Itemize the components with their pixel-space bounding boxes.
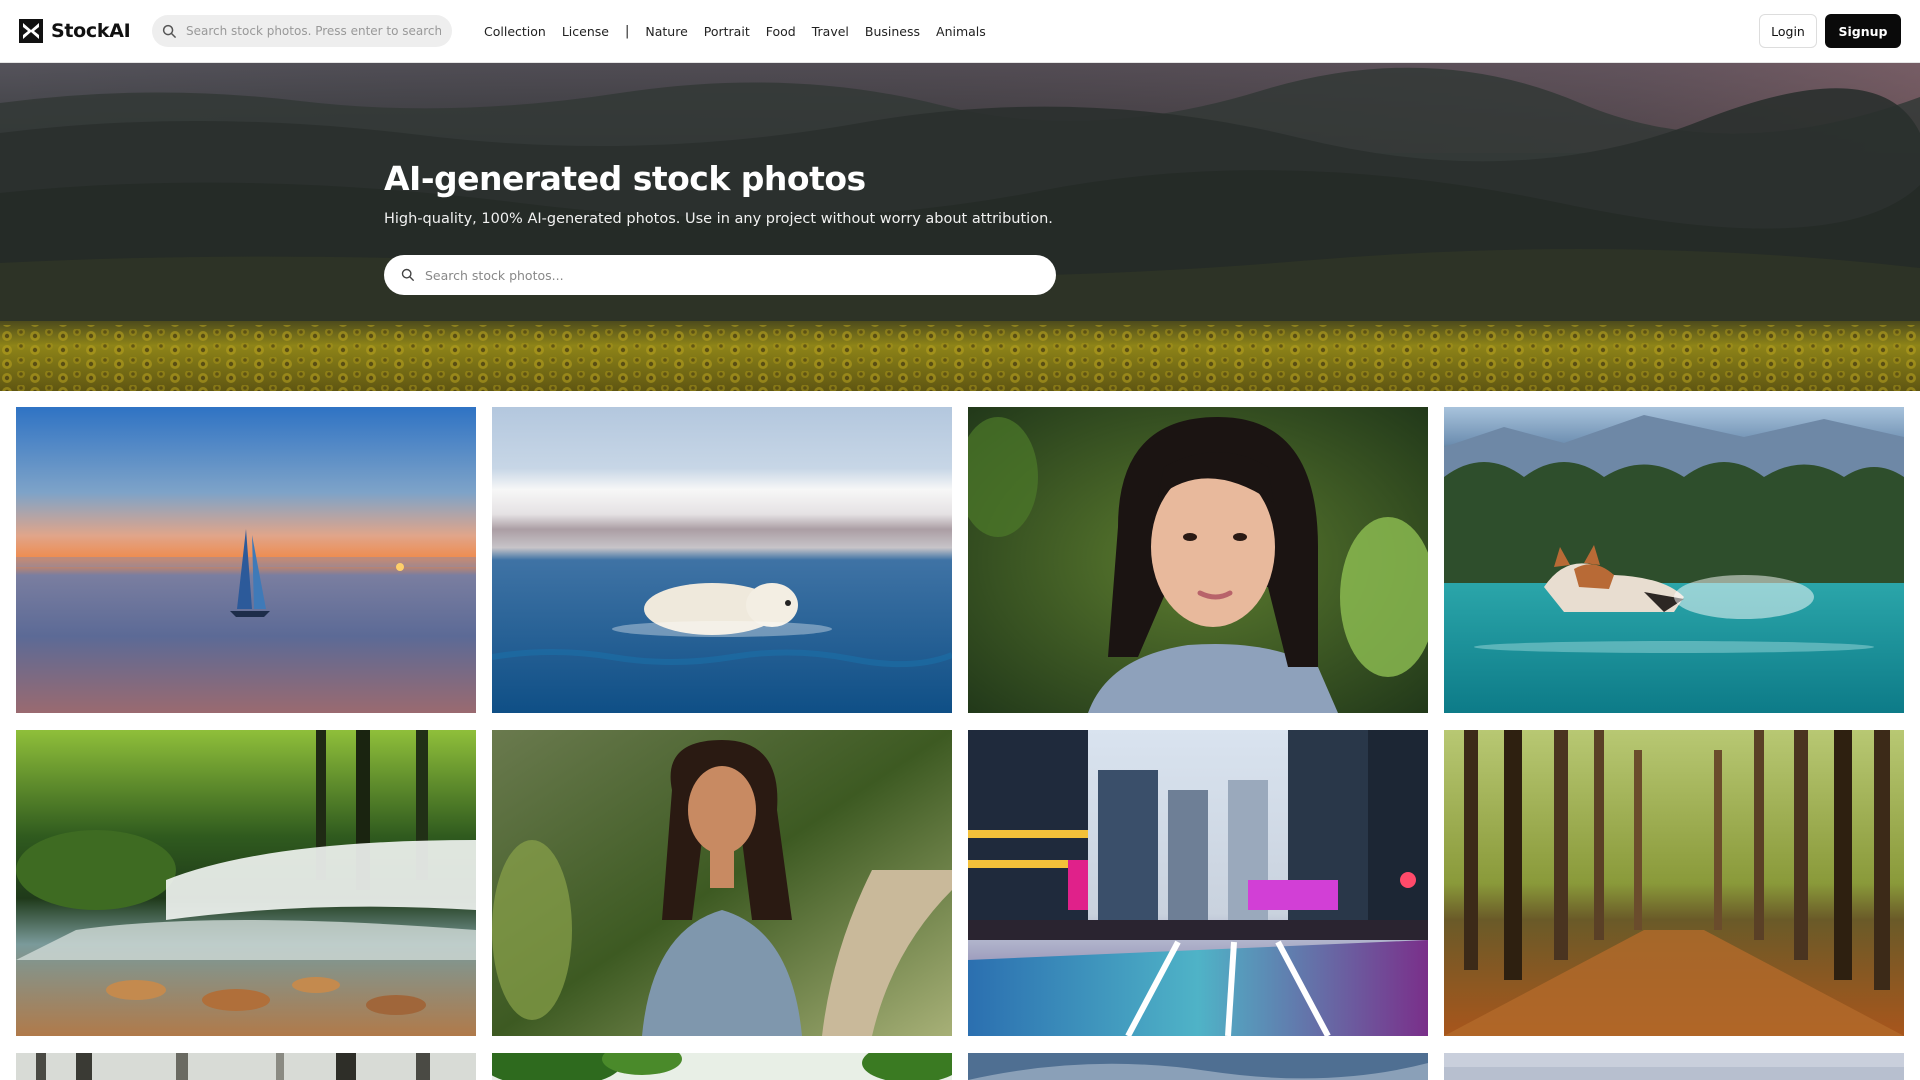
photo-sailboat-sunset	[16, 407, 476, 713]
photo-waterfall-forest	[16, 730, 476, 1036]
photo-tile-misty-forest[interactable]	[16, 1053, 476, 1080]
photo-tile-woman-portrait[interactable]	[968, 407, 1428, 713]
search-icon	[401, 268, 414, 281]
photo-sky	[1444, 1053, 1904, 1080]
top-navigation-bar: StockAI Collection License | Nature Port…	[0, 0, 1920, 63]
signup-button[interactable]: Signup	[1825, 14, 1901, 48]
photo-tile-sailboat-sunset[interactable]	[16, 407, 476, 713]
nav-link-license[interactable]: License	[562, 24, 609, 39]
photo-husky-lake	[1444, 407, 1904, 713]
photo-dunes	[968, 1053, 1428, 1080]
photo-pine-forest	[1444, 730, 1904, 1036]
photo-city-night	[968, 730, 1428, 1036]
hero-title: AI-generated stock photos	[384, 159, 866, 198]
login-button[interactable]: Login	[1759, 14, 1817, 48]
photo-woman-path	[492, 730, 952, 1036]
photo-jungle-leaves	[492, 1053, 952, 1080]
photo-tile-sky[interactable]	[1444, 1053, 1904, 1080]
hero-search-input[interactable]	[425, 267, 1025, 283]
header-search-input[interactable]	[186, 24, 441, 38]
photo-tile-pine-forest[interactable]	[1444, 730, 1904, 1036]
photo-tile-husky-lake[interactable]	[1444, 407, 1904, 713]
nav-separator: |	[624, 24, 630, 39]
hero-background-image	[0, 63, 1920, 391]
nav-link-collection[interactable]: Collection	[484, 24, 546, 39]
photo-polar-bear	[492, 407, 952, 713]
header-search-box[interactable]	[152, 15, 452, 47]
photo-tile-waterfall-forest[interactable]	[16, 730, 476, 1036]
photo-misty-forest	[16, 1053, 476, 1080]
nav-link-food[interactable]: Food	[766, 24, 796, 39]
photo-tile-polar-bear[interactable]	[492, 407, 952, 713]
stockai-logo-icon	[19, 19, 43, 43]
nav-link-travel[interactable]: Travel	[812, 24, 849, 39]
brand-logo[interactable]: StockAI	[19, 19, 131, 43]
nav-link-business[interactable]: Business	[865, 24, 920, 39]
nav-link-animals[interactable]: Animals	[936, 24, 986, 39]
hero-search-box[interactable]	[384, 255, 1056, 295]
nav-link-portrait[interactable]: Portrait	[704, 24, 750, 39]
photo-woman-portrait	[968, 407, 1428, 713]
photo-tile-dunes[interactable]	[968, 1053, 1428, 1080]
hero-banner: AI-generated stock photos High-quality, …	[0, 63, 1920, 391]
photo-tile-woman-path[interactable]	[492, 730, 952, 1036]
hero-subtitle: High-quality, 100% AI-generated photos. …	[384, 211, 1053, 227]
nav-link-nature[interactable]: Nature	[645, 24, 687, 39]
photo-tile-jungle-leaves[interactable]	[492, 1053, 952, 1080]
search-icon	[162, 24, 176, 38]
category-nav: Collection License | Nature Portrait Foo…	[484, 0, 1002, 63]
photo-tile-city-night[interactable]	[968, 730, 1428, 1036]
brand-name: StockAI	[51, 20, 131, 42]
